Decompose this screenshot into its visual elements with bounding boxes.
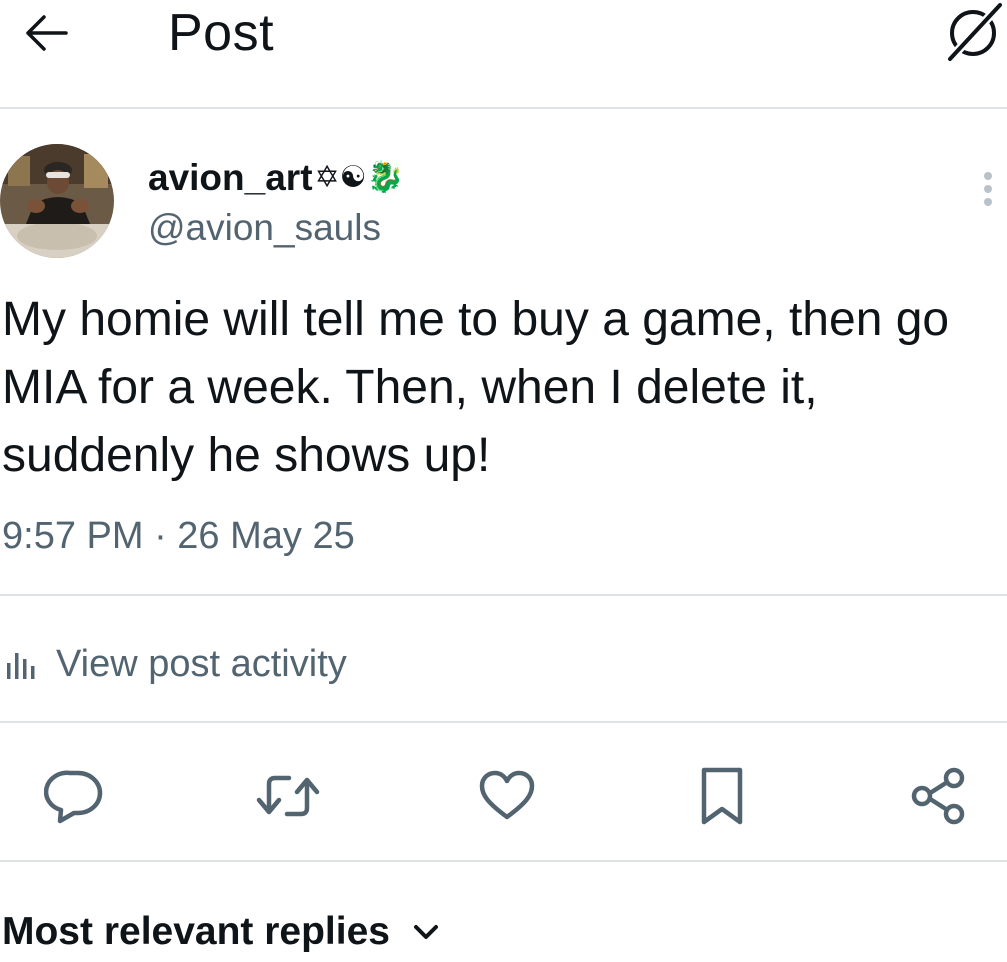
top-bar: Post [0,0,1007,108]
name-emojis: ✡☯🐉 [314,160,404,195]
back-button[interactable] [18,8,74,58]
grok-button[interactable] [940,0,1006,62]
chevron-down-icon [412,922,440,942]
share-icon [911,767,965,825]
activity-divider [0,721,1007,723]
bookmark-button[interactable] [684,758,760,834]
heart-icon [479,770,535,820]
like-button[interactable] [469,758,545,834]
more-dot [984,185,992,193]
avatar[interactable] [0,144,114,258]
display-name[interactable]: avion_art ✡☯🐉 [148,156,404,200]
bar-chart-icon [7,653,35,679]
display-name-text: avion_art [148,157,313,198]
replies-sort-label: Most relevant replies [2,910,390,953]
activity-label: View post activity [56,642,347,685]
more-vertical-icon [984,172,992,180]
timestamp-divider [0,594,1007,596]
author-handle[interactable]: @avion_sauls [148,206,381,250]
header-divider [0,107,1007,109]
post-timestamp[interactable]: 9:57 PM · 26 May 25 [2,512,355,560]
more-dot [984,198,992,206]
arrow-left-icon [26,15,68,51]
repost-button[interactable] [250,758,326,834]
avatar-photo [0,144,114,258]
reply-button[interactable] [36,758,112,834]
view-post-activity-link[interactable]: View post activity [4,634,347,694]
repost-icon [256,775,320,817]
actions-divider [0,860,1007,862]
bookmark-icon [701,767,743,825]
more-options-button[interactable] [968,164,1007,214]
replies-sort-dropdown[interactable]: Most relevant replies [2,902,440,962]
share-button[interactable] [900,758,976,834]
grok-icon [945,1,1004,61]
post-text: My homie will tell me to buy a game, the… [2,293,950,482]
reply-icon [44,770,103,824]
page-title: Post [168,4,275,62]
